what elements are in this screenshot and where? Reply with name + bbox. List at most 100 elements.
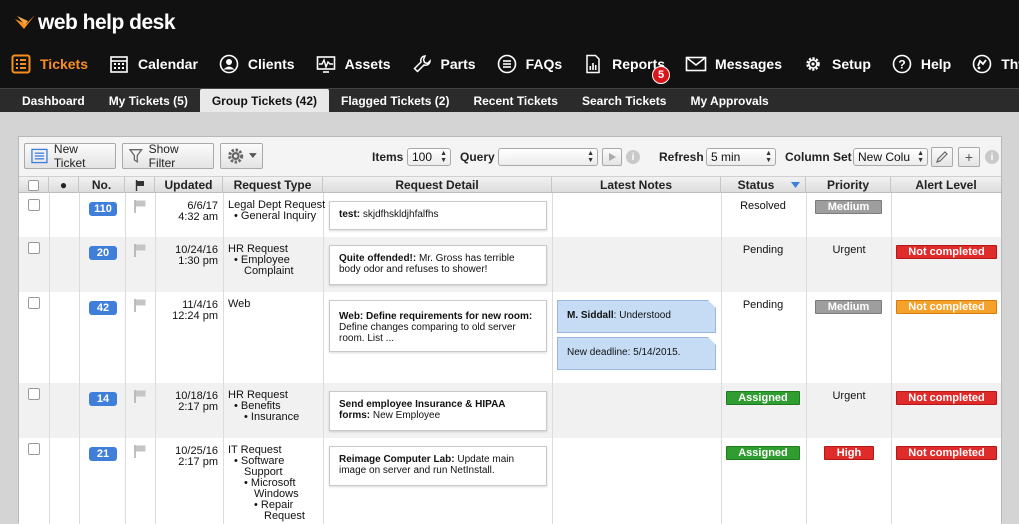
- tab-my-approvals[interactable]: My Approvals: [678, 89, 780, 112]
- col-priority[interactable]: Priority: [806, 177, 891, 193]
- flag-icon[interactable]: [133, 298, 147, 312]
- col-updated[interactable]: Updated: [155, 177, 223, 193]
- thwack-icon: [971, 53, 993, 75]
- logo[interactable]: web help desk: [14, 8, 176, 38]
- flag-icon[interactable]: [133, 243, 147, 257]
- flag-icon: [135, 179, 144, 191]
- detail-title: test:: [339, 209, 361, 220]
- note-card[interactable]: M. Siddall: Understood: [557, 300, 716, 333]
- wrench-icon: [411, 53, 433, 75]
- items-label: Items: [372, 150, 404, 164]
- nav-tickets[interactable]: Tickets: [0, 48, 98, 80]
- top-header: web help desk Tickets Calendar Clients A…: [0, 0, 1019, 88]
- detail-title: Quite offended!:: [339, 253, 417, 264]
- nav-label: FAQs: [525, 56, 563, 72]
- column-set-select[interactable]: New Colu ▲ ▼: [853, 148, 928, 166]
- nav-clients[interactable]: Clients: [208, 48, 305, 80]
- column-set-info-icon[interactable]: i: [985, 150, 999, 164]
- refresh-label: Refresh: [659, 150, 704, 164]
- sort-desc-icon: [791, 182, 800, 188]
- col-request-detail[interactable]: Request Detail: [323, 177, 552, 193]
- plus-icon: +: [964, 149, 974, 165]
- ticket-number-badge[interactable]: 110: [89, 202, 117, 216]
- flag-icon[interactable]: [133, 389, 147, 403]
- request-detail-box[interactable]: Quite offended!: Mr. Gross has terrible …: [329, 245, 547, 285]
- tab-my-tickets[interactable]: My Tickets (5): [97, 89, 200, 112]
- status-text: Pending: [742, 244, 784, 256]
- updated-cell: 10/24/16 1:30 pm: [152, 245, 218, 267]
- add-column-set-button[interactable]: +: [958, 147, 980, 167]
- divider: [721, 193, 722, 524]
- note-card[interactable]: New deadline: 5/14/2015.: [557, 337, 716, 370]
- new-ticket-button[interactable]: New Ticket: [24, 142, 116, 170]
- ticket-number-badge[interactable]: 20: [89, 246, 117, 260]
- edit-column-set-button[interactable]: [931, 147, 953, 167]
- request-detail-box[interactable]: test: skjdfhskldjhfalfhs: [329, 201, 547, 230]
- refresh-select-value: 5 min: [711, 150, 741, 164]
- ticket-number-badge[interactable]: 14: [89, 392, 117, 406]
- select-all-checkbox[interactable]: [28, 179, 39, 191]
- nav-parts[interactable]: Parts: [401, 48, 486, 80]
- logo-text: web help desk: [38, 11, 176, 34]
- unread-header[interactable]: ●: [49, 177, 79, 193]
- question-icon: ?: [891, 53, 913, 75]
- tab-recent-tickets[interactable]: Recent Tickets: [461, 89, 570, 112]
- logo-swoosh-icon: [15, 15, 35, 29]
- funnel-icon: [129, 149, 143, 164]
- nav-assets[interactable]: Assets: [305, 48, 401, 80]
- col-no[interactable]: No.: [79, 177, 125, 193]
- row-checkbox[interactable]: [28, 443, 40, 455]
- nav-setup[interactable]: Setup: [792, 48, 881, 80]
- query-select[interactable]: ▲ ▼: [498, 148, 598, 166]
- request-type-cell: HR Request • Employee Complaint: [228, 244, 294, 277]
- tab-search-tickets[interactable]: Search Tickets: [570, 89, 679, 112]
- flag-icon[interactable]: [133, 199, 147, 213]
- items-select[interactable]: 100 ▲ ▼: [407, 148, 451, 166]
- detail-text: Define changes comparing to old server r…: [339, 322, 516, 344]
- ticket-number-badge[interactable]: 42: [89, 301, 117, 315]
- flag-icon[interactable]: [133, 444, 147, 458]
- request-detail-box[interactable]: Reimage Computer Lab: Update main image …: [329, 446, 547, 486]
- settings-menu-button[interactable]: [220, 143, 263, 169]
- row-checkbox[interactable]: [28, 297, 40, 309]
- row-checkbox[interactable]: [28, 242, 40, 254]
- select-arrows-icon: ▲ ▼: [917, 150, 924, 164]
- main-nav: Tickets Calendar Clients Assets Parts FA…: [0, 48, 1019, 80]
- show-filter-button[interactable]: Show Filter: [122, 142, 214, 170]
- divider: [49, 193, 50, 524]
- nav-label: Tickets: [40, 56, 88, 72]
- col-request-type[interactable]: Request Type: [223, 177, 323, 193]
- nav-help[interactable]: ? Help: [881, 48, 961, 80]
- ticket-number-badge[interactable]: 21: [89, 447, 117, 461]
- status-text: Resolved: [740, 200, 786, 212]
- tab-flagged-tickets[interactable]: Flagged Tickets (2): [329, 89, 461, 112]
- row-checkbox[interactable]: [28, 199, 40, 211]
- report-icon: [582, 53, 604, 75]
- request-detail-box[interactable]: Web: Define requirements for new room: D…: [329, 300, 547, 352]
- request-type-line: Complaint: [244, 265, 294, 277]
- divider: [79, 193, 80, 524]
- tab-dashboard[interactable]: Dashboard: [10, 89, 97, 112]
- query-info-icon[interactable]: i: [626, 150, 640, 164]
- flag-header[interactable]: [125, 177, 155, 193]
- tab-group-tickets[interactable]: Group Tickets (42): [199, 89, 329, 112]
- note-text: : Understood: [613, 310, 671, 321]
- alert-level-pill: Not completed: [896, 300, 997, 314]
- nav-calendar[interactable]: Calendar: [98, 48, 208, 80]
- col-status[interactable]: Status: [721, 177, 806, 193]
- request-type-line: Request: [264, 510, 305, 522]
- col-alert-level[interactable]: Alert Level: [891, 177, 1001, 193]
- priority-pill: Medium: [815, 200, 882, 214]
- nav-label: Messages: [715, 56, 782, 72]
- refresh-select[interactable]: 5 min ▲ ▼: [706, 148, 776, 166]
- nav-faqs[interactable]: FAQs: [486, 48, 573, 80]
- run-query-button[interactable]: [602, 148, 622, 166]
- row-checkbox[interactable]: [28, 388, 40, 400]
- divider: [806, 193, 807, 524]
- nav-messages[interactable]: Messages: [675, 48, 792, 80]
- col-latest-notes[interactable]: Latest Notes: [552, 177, 721, 193]
- nav-thwack[interactable]: Thwack: [961, 48, 1019, 80]
- select-all-header[interactable]: [19, 177, 49, 193]
- chevron-down-icon: [249, 153, 258, 158]
- request-detail-box[interactable]: Send employee Insurance & HIPAA forms: N…: [329, 391, 547, 431]
